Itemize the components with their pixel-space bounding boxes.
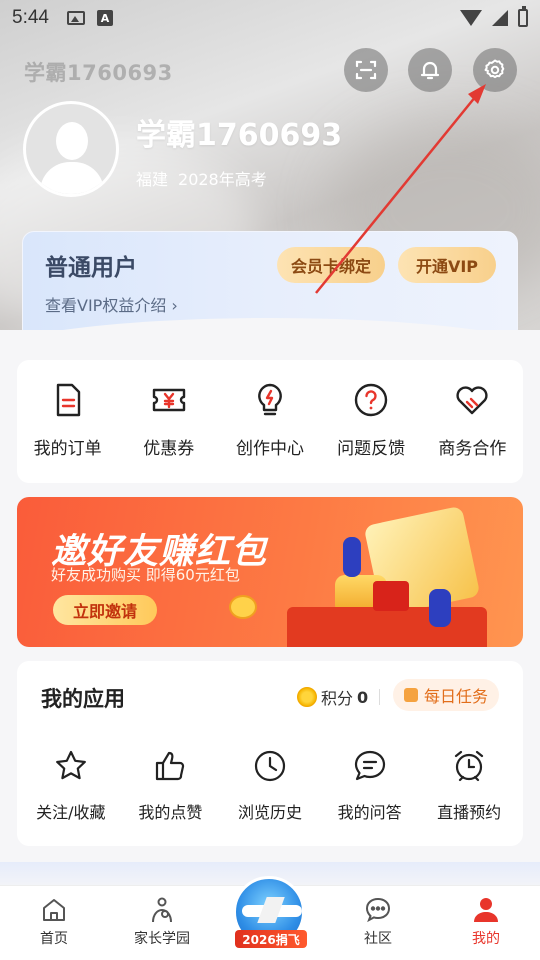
quick-actions-card: 我的订单 优惠券 创作中心 问题反馈 商务合作 <box>17 360 523 483</box>
quick-item-business[interactable]: 商务合作 <box>426 382 518 483</box>
quick-item-coupons[interactable]: 优惠券 <box>123 382 215 483</box>
cellular-signal-icon <box>492 10 508 26</box>
app-item-qa[interactable]: 我的问答 <box>322 749 418 823</box>
app-item-label: 我的点赞 <box>138 803 203 822</box>
tab-label: 首页 <box>40 931 68 947</box>
person-left-illustration <box>343 537 361 577</box>
invite-banner[interactable]: 邀好友赚红包 好友成功购买 即得60元红包 立即邀请 <box>17 497 523 647</box>
region-label: 福建 <box>136 170 169 189</box>
order-icon <box>56 383 80 417</box>
coupon-icon <box>152 388 185 412</box>
notification-button[interactable] <box>408 48 452 92</box>
my-apps-card: 我的应用 积分 0 每日任务 关注/收藏 我的点赞 浏览历史 我的问答 直播预约 <box>17 661 523 846</box>
battery-icon <box>518 6 528 27</box>
divider <box>379 689 380 705</box>
quick-item-label: 创作中心 <box>235 439 304 459</box>
username[interactable]: 学霸1760693 <box>136 110 342 154</box>
clock-icon <box>254 750 286 782</box>
points-label: 积分 <box>321 689 354 708</box>
quick-item-orders[interactable]: 我的订单 <box>22 382 114 483</box>
gear-icon <box>484 59 505 79</box>
points-value: 0 <box>357 687 369 707</box>
scan-button[interactable] <box>344 48 388 92</box>
handshake-heart-icon <box>456 386 488 415</box>
coin-decoration <box>229 595 257 619</box>
daily-tasks-button[interactable]: 每日任务 <box>393 679 499 711</box>
settings-button[interactable] <box>473 48 517 92</box>
red-envelope-illustration <box>373 581 409 611</box>
app-item-favorites[interactable]: 关注/收藏 <box>23 749 119 823</box>
tab-community[interactable]: 社区 <box>324 886 432 960</box>
chat-icon <box>354 750 385 781</box>
member-card-bind-button[interactable]: 会员卡绑定 <box>277 247 385 283</box>
banner-subtitle: 好友成功购买 即得60元红包 <box>51 566 240 584</box>
wifi-icon <box>460 10 482 26</box>
tab-label: 我的 <box>472 931 500 947</box>
star-icon <box>55 750 86 780</box>
invite-now-button[interactable]: 立即邀请 <box>53 595 157 625</box>
coin-icon <box>297 687 317 707</box>
collapsed-title: 学霸1760693 <box>24 61 173 85</box>
user-info: 福建 2028年高考 <box>136 166 267 190</box>
quick-item-label: 问题反馈 <box>337 439 406 459</box>
tab-mine[interactable]: 我的 <box>432 886 540 960</box>
exam-year-label: 2028年高考 <box>178 170 267 189</box>
tab-parent-school[interactable]: 家长学园 <box>108 886 216 960</box>
text-notification-icon: A <box>96 10 113 26</box>
quick-item-feedback[interactable]: 问题反馈 <box>325 382 417 483</box>
home-icon <box>43 899 65 921</box>
person-right-illustration <box>429 589 451 627</box>
tab-label: 家长学园 <box>134 931 190 947</box>
profile-icon <box>474 898 498 922</box>
app-item-likes[interactable]: 我的点赞 <box>122 749 218 823</box>
member-level: 普通用户 <box>45 255 137 281</box>
parent-icon <box>152 897 172 923</box>
open-vip-button[interactable]: 开通VIP <box>398 247 496 283</box>
bulb-icon <box>258 383 282 416</box>
app-item-live-reservation[interactable]: 直播预约 <box>421 749 517 823</box>
app-item-label: 我的问答 <box>337 803 402 822</box>
my-apps-title: 我的应用 <box>41 687 125 711</box>
status-bar: 5:44 A <box>0 0 540 36</box>
alarm-icon <box>455 750 484 782</box>
app-item-history[interactable]: 浏览历史 <box>222 749 318 823</box>
status-time: 5:44 <box>12 7 49 28</box>
daily-tasks-label: 每日任务 <box>423 687 488 706</box>
app-item-label: 浏览历史 <box>237 803 302 822</box>
calendar-icon <box>403 688 418 702</box>
avatar[interactable] <box>23 101 119 197</box>
tab-home[interactable]: 首页 <box>0 886 108 960</box>
bell-icon <box>420 61 440 80</box>
quick-item-creation-center[interactable]: 创作中心 <box>224 382 316 483</box>
vip-benefits-link[interactable]: 查看VIP权益介绍 › <box>45 292 178 316</box>
thumb-up-icon <box>156 751 185 781</box>
community-icon <box>365 897 391 923</box>
tab-label: 社区 <box>364 931 392 947</box>
quick-item-label: 优惠券 <box>143 439 195 459</box>
question-icon <box>354 383 388 417</box>
app-item-label: 关注/收藏 <box>36 803 106 822</box>
gallery-notification-icon <box>66 11 85 25</box>
scan-icon <box>355 60 377 80</box>
points-display[interactable]: 积分 0 <box>297 685 368 709</box>
app-item-label: 直播预约 <box>437 803 502 822</box>
quick-item-label: 商务合作 <box>438 439 507 459</box>
quick-item-label: 我的订单 <box>33 439 102 459</box>
center-promo-label[interactable]: 2026捐飞 <box>235 930 307 948</box>
gift-box-illustration <box>287 607 487 647</box>
